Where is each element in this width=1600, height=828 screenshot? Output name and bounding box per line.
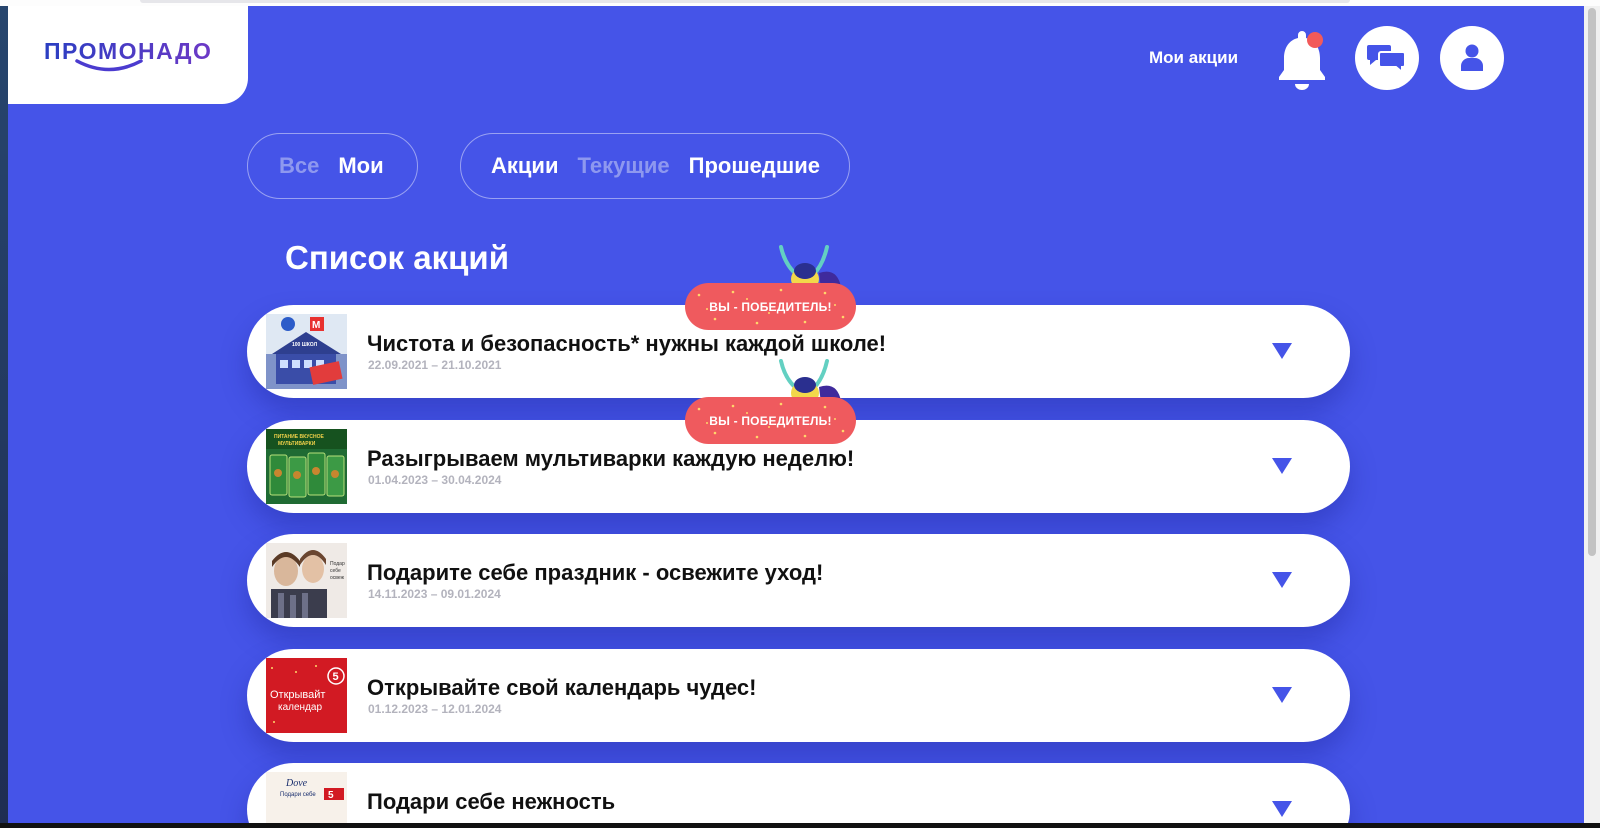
bell-icon	[1279, 31, 1325, 90]
promo-thumbnail: Подар себе освеж	[266, 543, 347, 618]
notification-dot	[1307, 32, 1323, 48]
promo-card[interactable]: Подар себе освеж Подарите себе праздник …	[247, 534, 1350, 627]
promo-dates: 01.12.2023 – 12.01.2024	[368, 702, 502, 716]
promo-thumbnail: 5 Открывайт календар	[266, 658, 347, 733]
left-window-edge	[0, 0, 8, 828]
winner-badge: ВЫ - ПОБЕДИТЕЛЬ!	[685, 359, 856, 449]
scope-filter: Все Мои	[247, 133, 418, 199]
filter-mine[interactable]: Мои	[338, 153, 383, 179]
promo-thumbnail: М 100 ШКОЛ	[266, 314, 347, 389]
notifications-button[interactable]	[1271, 28, 1333, 92]
svg-text:себе: себе	[330, 568, 341, 574]
promo-dates: 14.11.2023 – 09.01.2024	[368, 587, 501, 601]
chat-button[interactable]	[1355, 26, 1419, 90]
winner-badge-text: ВЫ - ПОБЕДИТЕЛЬ!	[709, 413, 832, 428]
promo-card[interactable]: Dove Подари себе 5 Подари себе нежность	[247, 763, 1350, 823]
svg-text:Открывайт: Открывайт	[270, 689, 325, 701]
svg-text:М: М	[312, 320, 320, 331]
triangle-down-icon[interactable]	[1272, 458, 1292, 474]
promo-dates: 01.04.2023 – 30.04.2024	[368, 473, 502, 487]
svg-text:Подар: Подар	[330, 561, 345, 567]
promo-dates: 22.09.2021 – 21.10.2021	[368, 358, 502, 372]
filter-promos[interactable]: Акции	[491, 153, 558, 179]
promo-thumbnail: Dove Подари себе 5	[266, 772, 347, 823]
logo[interactable]: ПРОМОНАДО	[8, 6, 248, 104]
taskbar-edge	[0, 823, 1600, 828]
svg-text:МУЛЬТИВАРКИ: МУЛЬТИВАРКИ	[278, 441, 316, 447]
status-filter: Акции Текущие Прошедшие	[460, 133, 850, 199]
user-icon	[1461, 44, 1483, 71]
svg-text:календар: календар	[278, 702, 322, 713]
svg-text:ПИТАНИЕ ВКУСНОЕ: ПИТАНИЕ ВКУСНОЕ	[274, 434, 324, 440]
scrollbar[interactable]	[1584, 6, 1600, 823]
triangle-down-icon[interactable]	[1272, 801, 1292, 817]
chat-bubbles-icon	[1367, 45, 1406, 74]
thumb-text: 100 ШКОЛ	[292, 342, 318, 348]
winner-badge-text: ВЫ - ПОБЕДИТЕЛЬ!	[709, 299, 832, 314]
winner-badge: ВЫ - ПОБЕДИТЕЛЬ!	[685, 245, 856, 335]
promo-title: Разыгрываем мультиварки каждую неделю!	[367, 446, 855, 471]
filter-past[interactable]: Прошедшие	[689, 153, 820, 179]
logo-smile-icon	[75, 59, 143, 72]
promo-title: Подари себе нежность	[367, 789, 616, 814]
svg-text:Dove: Dove	[285, 778, 308, 789]
list-title: Список акций	[285, 239, 509, 276]
triangle-down-icon[interactable]	[1272, 343, 1292, 359]
promo-card[interactable]: 5 Открывайт календар Открывайте свой кал…	[247, 649, 1350, 742]
svg-text:5: 5	[333, 671, 339, 683]
winner-badge-pill: ВЫ - ПОБЕДИТЕЛЬ!	[685, 283, 856, 330]
profile-button[interactable]	[1440, 26, 1504, 90]
triangle-down-icon[interactable]	[1272, 572, 1292, 588]
winner-badge-pill: ВЫ - ПОБЕДИТЕЛЬ!	[685, 397, 856, 444]
promo-thumbnail: ПИТАНИЕ ВКУСНОЕ МУЛЬТИВАРКИ	[266, 429, 347, 504]
promo-title: Открывайте свой календарь чудес!	[367, 675, 757, 700]
svg-text:Подари себе: Подари себе	[280, 792, 316, 798]
svg-text:освеж: освеж	[330, 575, 345, 581]
filter-all[interactable]: Все	[279, 153, 319, 179]
my-promos-link[interactable]: Мои акции	[1149, 48, 1238, 68]
filter-current[interactable]: Текущие	[577, 153, 669, 179]
page-viewport: ПРОМОНАДО Мои акции Все Мои Акции Текущи…	[8, 6, 1584, 823]
svg-text:5: 5	[328, 790, 334, 801]
promo-title: Подарите себе праздник - освежите уход!	[367, 560, 824, 585]
triangle-down-icon[interactable]	[1272, 687, 1292, 703]
address-bar-edge	[140, 0, 1350, 3]
scrollbar-thumb[interactable]	[1588, 8, 1596, 556]
